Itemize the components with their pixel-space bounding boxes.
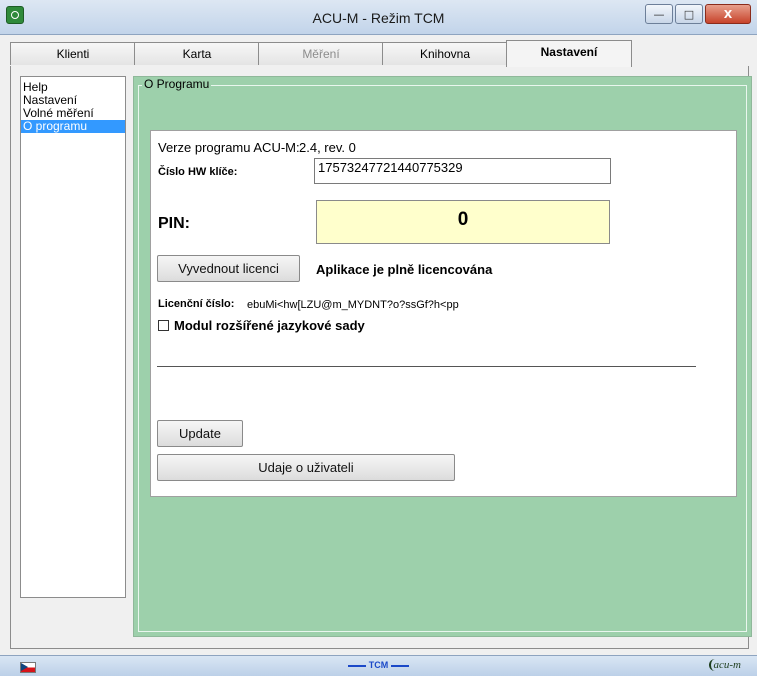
settings-list[interactable]: Help Nastavení Volné měření O programu (20, 76, 126, 598)
title-bar: ACU-M - Režim TCM — □ X (0, 0, 757, 35)
version-label: Verze programu ACU-M: (158, 140, 300, 155)
tab-knihovna[interactable]: Knihovna (382, 42, 508, 65)
divider (157, 366, 696, 367)
mode-indicator: TCM (0, 660, 757, 670)
update-button[interactable]: Update (157, 420, 243, 447)
language-module-checkbox[interactable] (158, 320, 169, 331)
tab-klienti[interactable]: Klienti (10, 42, 136, 65)
tab-bar: Klienti Karta Měření Knihovna Nastavení (10, 40, 730, 67)
hw-key-label: Číslo HW klíče: (158, 166, 238, 178)
window-controls: — □ X (645, 4, 751, 24)
status-bar: TCM acu-m (0, 655, 757, 676)
license-number-label: Licenční číslo: (158, 298, 235, 310)
pin-field[interactable]: 0 (316, 200, 610, 244)
window-title: ACU-M - Režim TCM (312, 10, 445, 26)
user-info-button[interactable]: Udaje o uživateli (157, 454, 455, 481)
language-module-label[interactable]: Modul rozšířené jazykové sady (174, 318, 365, 333)
tab-mereni[interactable]: Měření (258, 42, 384, 65)
maximize-button[interactable]: □ (675, 4, 703, 24)
tab-karta[interactable]: Karta (134, 42, 260, 65)
close-button[interactable]: X (705, 4, 751, 24)
hw-key-field[interactable]: 17573247721440775329 (314, 158, 611, 184)
export-license-button[interactable]: Vyvednout licenci (157, 255, 300, 282)
sidebar-item-o-programu[interactable]: O programu (21, 120, 125, 133)
mode-line-right (391, 664, 410, 667)
license-number-value: ebuMi<hw[LZU@m_MYDNT?o?ssGf?h<pp (247, 299, 459, 311)
mode-line-left (347, 664, 366, 667)
language-module-row[interactable]: Modul rozšířené jazykové sady (158, 318, 365, 333)
minimize-button[interactable]: — (645, 4, 673, 24)
license-status: Aplikace je plně licencována (316, 262, 493, 277)
group-title: O Programu (142, 77, 212, 91)
version-value: 2.4, rev. 0 (299, 140, 356, 155)
pin-label: PIN: (158, 215, 190, 232)
tab-nastaveni[interactable]: Nastavení (506, 40, 632, 67)
mode-text: TCM (368, 660, 389, 670)
acu-m-logo: acu-m (708, 659, 741, 671)
